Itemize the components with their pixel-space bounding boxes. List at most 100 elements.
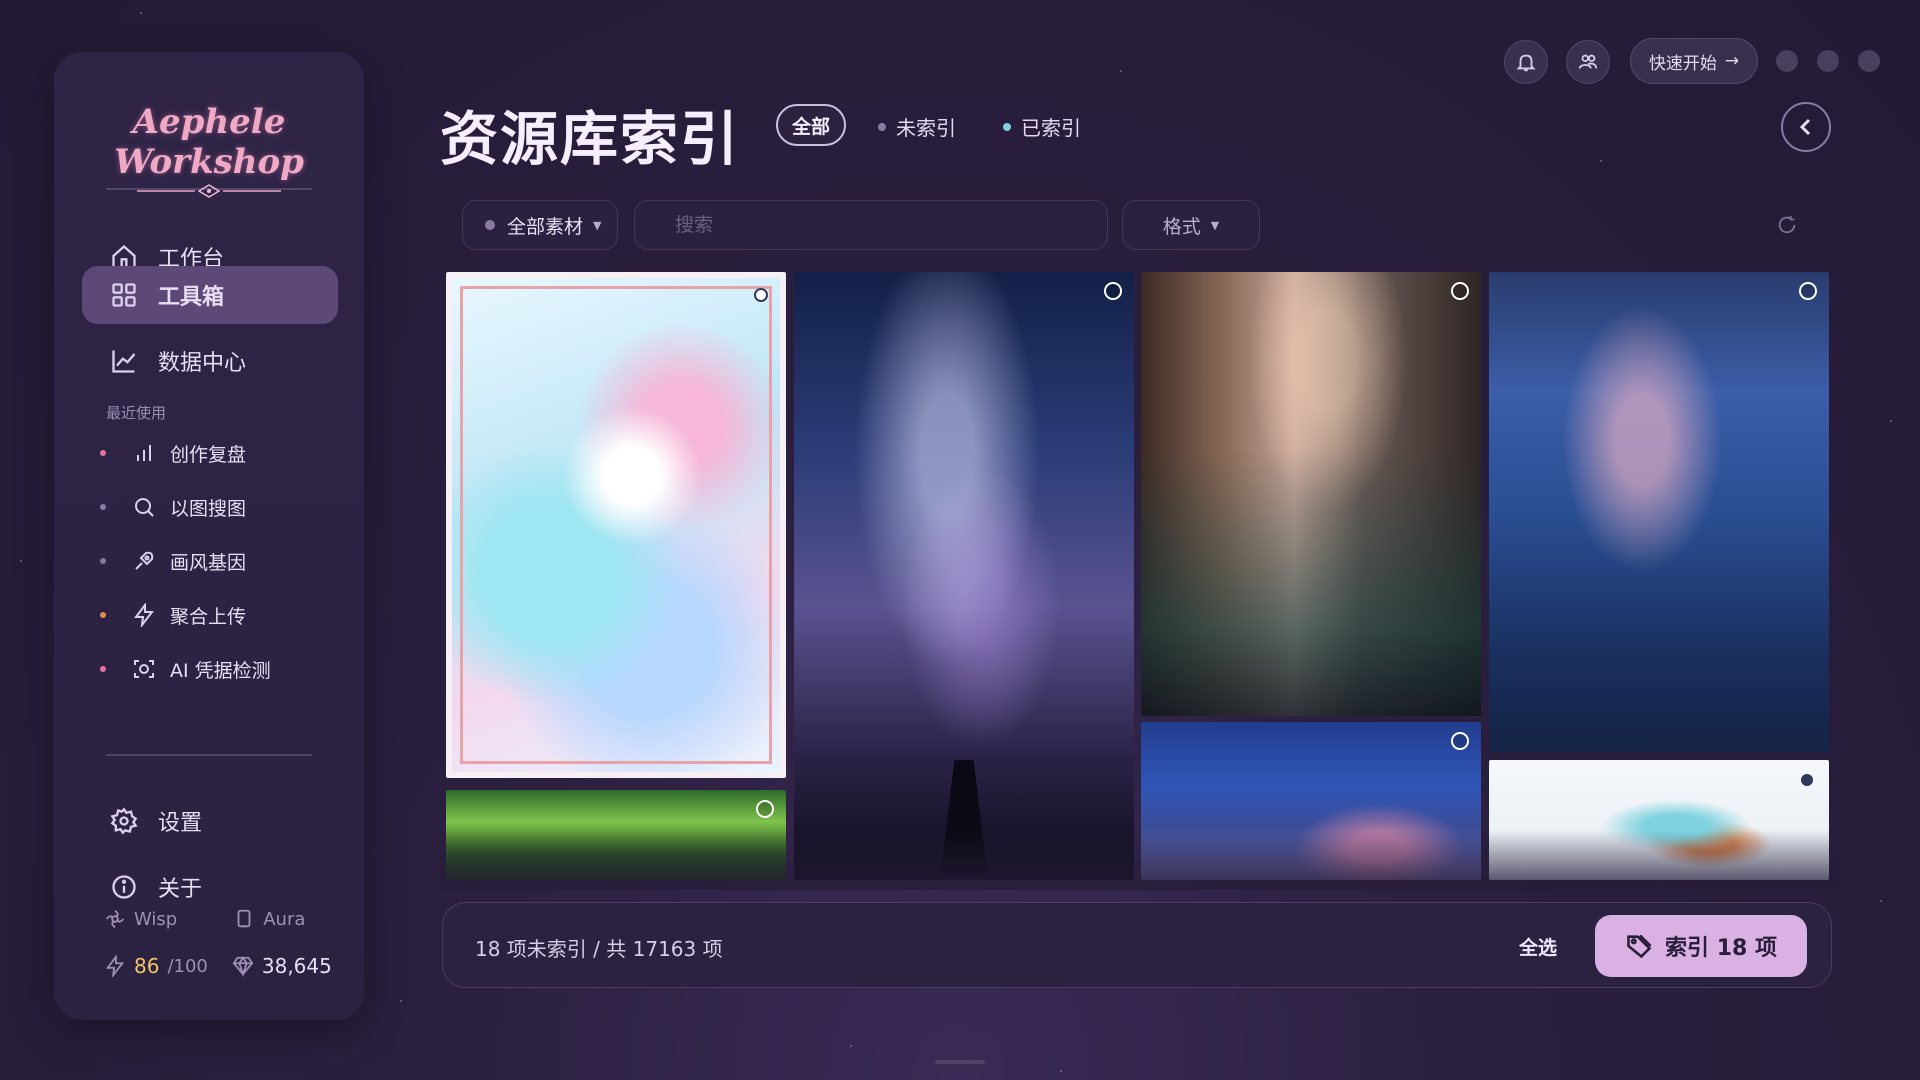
- nav-item-data-center[interactable]: 数据中心: [82, 332, 338, 390]
- nav-item-label: 设置: [158, 811, 203, 836]
- gallery-item-anime-girl-illustration[interactable]: [446, 272, 786, 778]
- filter-tab-all[interactable]: 全部: [776, 104, 846, 146]
- index-status-text: 18 项未索引 / 共 17163 项: [475, 937, 723, 961]
- recent-item-style-genes[interactable]: 画风基因: [100, 543, 246, 579]
- recent-item-label: 画风基因: [170, 551, 247, 574]
- status-dot: [100, 612, 106, 618]
- sidebar-divider: [106, 188, 312, 190]
- companion-row: Wisp Aura: [104, 908, 305, 930]
- gear-icon: [110, 807, 138, 835]
- nav-item-label: 关于: [158, 877, 203, 902]
- gallery-item-milky-way-night[interactable]: [794, 272, 1134, 880]
- select-all-button[interactable]: 全选: [1519, 933, 1557, 960]
- aura-icon: [237, 909, 251, 928]
- gem-icon: [232, 956, 254, 977]
- image-shade: [1141, 272, 1481, 716]
- users-icon: [1578, 54, 1598, 69]
- select-checkbox[interactable]: [1104, 282, 1122, 300]
- select-checkbox[interactable]: [1451, 732, 1469, 750]
- category-label: 全部素材: [507, 215, 584, 238]
- tag-icon: [1627, 934, 1652, 959]
- filter-tab-label: 已索引: [1021, 116, 1081, 140]
- caret-down-icon: ▼: [593, 218, 602, 232]
- info-icon: [112, 875, 136, 899]
- recent-item-label: 聚合上传: [170, 605, 247, 628]
- select-checkbox[interactable]: [1451, 282, 1469, 300]
- wisp-icon: [106, 910, 124, 928]
- page-title: 资源库索引: [440, 105, 741, 173]
- recent-item-label: 创作复盘: [170, 443, 247, 466]
- format-label: 格式: [1162, 215, 1201, 238]
- search-input[interactable]: [675, 214, 1107, 236]
- sidebar: Aephele Workshop 工作台 工具箱 数据中心 最近使用 创作复盘 …: [54, 52, 364, 1020]
- status-dot: [1003, 122, 1011, 131]
- select-checkbox[interactable]: [1801, 774, 1813, 786]
- search-icon: [135, 498, 154, 517]
- caret-down-icon: ▼: [1210, 218, 1220, 232]
- window-close-button[interactable]: [1858, 50, 1880, 72]
- nav-item-settings[interactable]: 设置: [82, 792, 338, 850]
- chevron-left-icon: [1799, 118, 1811, 136]
- recent-item-image-search[interactable]: 以图搜图: [100, 489, 246, 525]
- window-maximize-button[interactable]: [1817, 50, 1839, 72]
- refresh-icon: [1778, 215, 1796, 234]
- chart-line-icon: [112, 350, 136, 373]
- status-dot: [485, 220, 495, 230]
- energy-max: /100: [167, 955, 208, 977]
- select-checkbox[interactable]: [1799, 282, 1817, 300]
- arrow-right-icon: →: [1724, 51, 1740, 71]
- status-dot: [100, 666, 106, 672]
- gallery-fade-overlay: [440, 830, 1840, 890]
- select-checkbox[interactable]: [756, 800, 774, 818]
- recent-section-label: 最近使用: [106, 404, 167, 422]
- refresh-button[interactable]: [1776, 214, 1798, 236]
- status-dot: [100, 558, 106, 564]
- status-dot: [100, 450, 106, 456]
- bar-chart-icon: [137, 445, 151, 461]
- gallery-item-rainy-puddle-reflection[interactable]: [1489, 272, 1829, 752]
- logo-text: Aephele Workshop: [114, 102, 304, 182]
- recent-item-label: 以图搜图: [170, 497, 247, 520]
- recent-item-batch-upload[interactable]: 聚合上传: [100, 597, 246, 633]
- filter-tab-unindexed[interactable]: 未索引: [878, 112, 956, 141]
- recent-item-creative-review[interactable]: 创作复盘: [100, 435, 246, 471]
- grid-icon: [112, 283, 136, 307]
- back-button[interactable]: [1781, 102, 1831, 152]
- recent-item-label: AI 凭据检测: [170, 659, 271, 682]
- users-button[interactable]: [1566, 40, 1610, 84]
- index-items-button[interactable]: 索引 18 项: [1595, 915, 1807, 977]
- filter-tab-indexed[interactable]: 已索引: [1003, 112, 1081, 141]
- select-checkbox[interactable]: [754, 288, 768, 302]
- index-button-label: 索引 18 项: [1665, 936, 1777, 961]
- energy-bolt-icon: [105, 955, 125, 977]
- nav-item-toolbox[interactable]: 工具箱: [82, 266, 338, 324]
- quick-start-button[interactable]: 快速开始 →: [1630, 38, 1758, 84]
- app-logo: Aephele Workshop: [54, 102, 364, 198]
- window-minimize-button[interactable]: [1776, 50, 1798, 72]
- status-dot: [878, 122, 886, 131]
- recent-item-ai-credential-check[interactable]: AI 凭据检测: [100, 651, 271, 687]
- notifications-button[interactable]: [1504, 40, 1548, 84]
- balance-row: 86 /100 38,645: [104, 954, 332, 978]
- nav-item-label: 数据中心: [158, 351, 247, 376]
- wisp-label[interactable]: Wisp: [134, 909, 177, 930]
- filter-tab-label: 未索引: [896, 116, 956, 140]
- sidebar-divider: [106, 754, 312, 756]
- scan-face-icon: [134, 660, 154, 678]
- bell-icon: [1516, 54, 1536, 72]
- illustration-frame: [460, 286, 772, 764]
- energy-value: 86: [134, 954, 160, 978]
- brush-icon: [135, 551, 154, 570]
- status-dot: [100, 504, 106, 510]
- category-dropdown[interactable]: 全部素材 ▼: [462, 200, 618, 250]
- nav-item-label: 工具箱: [158, 285, 225, 310]
- gem-count: 38,645: [261, 954, 332, 978]
- gallery-item-cathedral-interior[interactable]: [1141, 272, 1481, 716]
- home-indicator: [935, 1060, 985, 1064]
- logo-ornament-icon: [137, 184, 281, 198]
- index-action-bar: 18 项未索引 / 共 17163 项 全选 索引 18 项: [442, 902, 1832, 988]
- format-dropdown[interactable]: 格式 ▼: [1122, 200, 1260, 250]
- search-field[interactable]: [634, 200, 1108, 250]
- quick-start-label: 快速开始: [1648, 53, 1717, 74]
- aura-label[interactable]: Aura: [263, 909, 305, 930]
